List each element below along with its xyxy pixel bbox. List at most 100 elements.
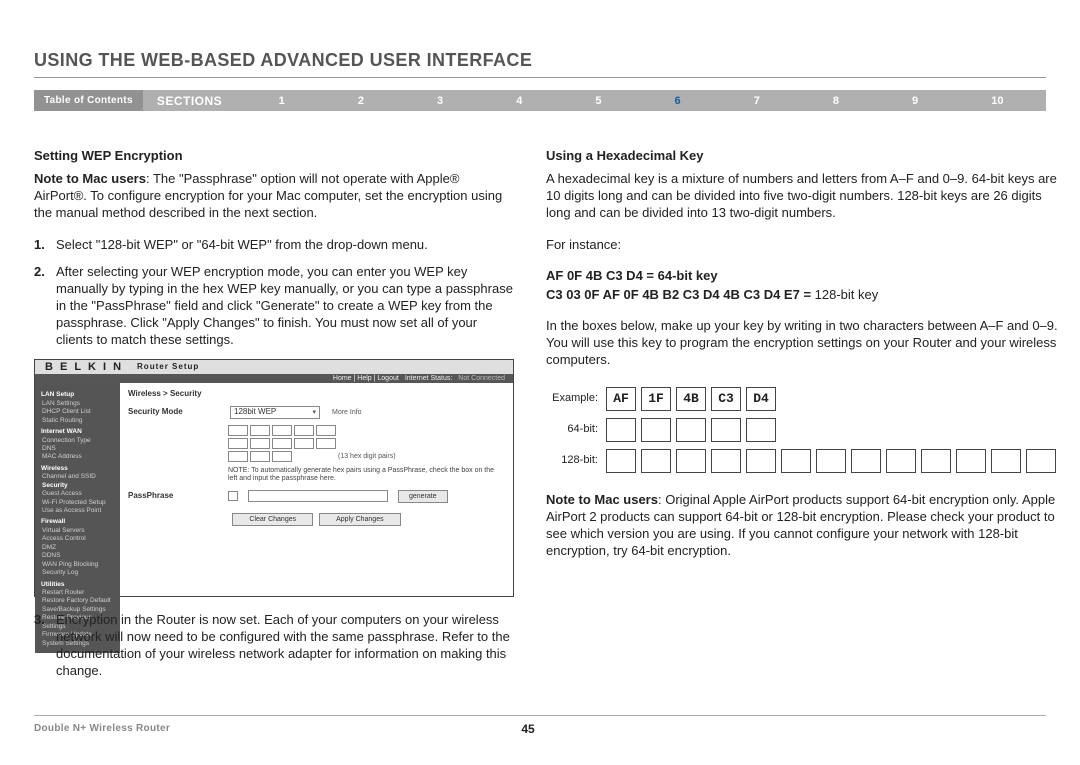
step-num-1: 1. <box>34 236 45 253</box>
side-item[interactable]: Restart Router <box>41 589 114 597</box>
key-box-128[interactable] <box>781 449 811 473</box>
security-mode-value: 128bit WEP <box>234 407 276 418</box>
side-item[interactable]: Restore Factory Default <box>41 597 114 605</box>
hex-box[interactable] <box>316 425 336 436</box>
side-item[interactable]: DNS <box>41 445 114 453</box>
nav-9[interactable]: 9 <box>912 95 918 107</box>
side-grp-firewall: Firewall <box>41 518 114 526</box>
side-item[interactable]: Security Log <box>41 569 114 577</box>
key-box-128[interactable] <box>956 449 986 473</box>
hex-box[interactable] <box>250 438 270 449</box>
nav-1[interactable]: 1 <box>279 95 285 107</box>
side-item[interactable]: DMZ <box>41 544 114 552</box>
key-entry-grid: Example: AF 1F 4B C3 D4 64-bit: 128-bit <box>546 387 1061 473</box>
side-item[interactable]: LAN Settings <box>41 400 114 408</box>
key-box-128[interactable] <box>851 449 881 473</box>
nav-6[interactable]: 6 <box>675 95 681 107</box>
side-item[interactable]: Wi-Fi Protected Setup <box>41 499 114 507</box>
clear-changes-button[interactable]: Clear Changes <box>232 513 313 526</box>
apply-changes-button[interactable]: Apply Changes <box>319 513 400 526</box>
router-status-label: Internet Status: <box>405 374 452 383</box>
nav-10[interactable]: 10 <box>991 95 1003 107</box>
side-item[interactable]: Channel and SSID <box>41 473 114 481</box>
side-item[interactable]: DHCP Client List <box>41 408 114 416</box>
example-box: 4B <box>676 387 706 411</box>
hex-box[interactable] <box>250 451 270 462</box>
nav-7[interactable]: 7 <box>754 95 760 107</box>
final-note-label: Note to Mac users <box>546 492 658 507</box>
side-item[interactable]: DDNS <box>41 552 114 560</box>
router-setup-label: Router Setup <box>137 362 199 373</box>
router-brand: B E L K I N <box>45 360 123 375</box>
example-box: C3 <box>711 387 741 411</box>
key-box-128[interactable] <box>886 449 916 473</box>
hex-box[interactable] <box>250 425 270 436</box>
nav-3[interactable]: 3 <box>437 95 443 107</box>
router-note-label: NOTE: <box>228 467 249 474</box>
left-heading: Setting WEP Encryption <box>34 147 514 164</box>
side-grp-wireless: Wireless <box>41 465 114 473</box>
side-item[interactable]: Guest Access <box>41 490 114 498</box>
key-box-128[interactable] <box>991 449 1021 473</box>
key-box-128[interactable] <box>606 449 636 473</box>
router-meta-links[interactable]: Home | Help | Logout <box>333 374 399 383</box>
nav-8[interactable]: 8 <box>833 95 839 107</box>
hex-paragraph-1: A hexadecimal key is a mixture of number… <box>546 170 1061 221</box>
nav-2[interactable]: 2 <box>358 95 364 107</box>
side-item-security[interactable]: Security <box>41 482 114 490</box>
nav-5[interactable]: 5 <box>595 95 601 107</box>
security-mode-label: Security Mode <box>128 407 218 418</box>
key-box-64[interactable] <box>606 418 636 442</box>
passphrase-input[interactable] <box>248 490 388 502</box>
example-box: D4 <box>746 387 776 411</box>
side-item[interactable]: Virtual Servers <box>41 527 114 535</box>
label-64bit: 64-bit: <box>546 422 606 437</box>
key-box-128[interactable] <box>921 449 951 473</box>
nav-toc[interactable]: Table of Contents <box>34 90 143 111</box>
hex-box[interactable] <box>272 425 292 436</box>
step-1: Select "128-bit WEP" or "64-bit WEP" fro… <box>56 237 428 252</box>
side-grp-lan: LAN Setup <box>41 391 114 399</box>
right-heading: Using a Hexadecimal Key <box>546 147 1061 164</box>
hex-box[interactable] <box>294 425 314 436</box>
side-item[interactable]: MAC Address <box>41 453 114 461</box>
hex-box[interactable] <box>272 438 292 449</box>
nav-4[interactable]: 4 <box>516 95 522 107</box>
key-box-128[interactable] <box>641 449 671 473</box>
more-info-link[interactable]: More Info <box>332 408 362 417</box>
key-box-128[interactable] <box>816 449 846 473</box>
key-box-64[interactable] <box>641 418 671 442</box>
router-status-value: Not Connected <box>458 374 505 383</box>
side-item[interactable]: Static Routing <box>41 417 114 425</box>
step-2: After selecting your WEP encryption mode… <box>56 264 513 348</box>
hex-box[interactable] <box>294 438 314 449</box>
example-box: AF <box>606 387 636 411</box>
key-box-128[interactable] <box>746 449 776 473</box>
example-box: 1F <box>641 387 671 411</box>
example-128bit-tail: 128-bit key <box>811 287 878 302</box>
generate-button[interactable]: generate <box>398 490 448 503</box>
key-box-128[interactable] <box>711 449 741 473</box>
label-128bit: 128-bit: <box>546 453 606 468</box>
side-item[interactable]: Connection Type <box>41 437 114 445</box>
hex-box[interactable] <box>228 425 248 436</box>
passphrase-label: PassPhrase <box>128 491 218 502</box>
side-grp-utilities: Utilities <box>41 581 114 589</box>
side-item[interactable]: Access Control <box>41 535 114 543</box>
hex-box[interactable] <box>272 451 292 462</box>
hex-box[interactable] <box>228 451 248 462</box>
hex-box[interactable] <box>316 438 336 449</box>
footer-product: Double N+ Wireless Router <box>34 723 170 734</box>
hex-box[interactable] <box>228 438 248 449</box>
key-box-64[interactable] <box>711 418 741 442</box>
key-box-128[interactable] <box>676 449 706 473</box>
side-item[interactable]: Use as Access Point <box>41 507 114 515</box>
note-to-mac-label: Note to Mac users <box>34 171 146 186</box>
key-box-64[interactable] <box>746 418 776 442</box>
side-grp-wan: Internet WAN <box>41 428 114 436</box>
passphrase-checkbox[interactable] <box>228 491 238 501</box>
key-box-64[interactable] <box>676 418 706 442</box>
side-item[interactable]: WAN Ping Blocking <box>41 561 114 569</box>
key-box-128[interactable] <box>1026 449 1056 473</box>
security-mode-select[interactable]: 128bit WEP ▾ <box>230 406 320 419</box>
